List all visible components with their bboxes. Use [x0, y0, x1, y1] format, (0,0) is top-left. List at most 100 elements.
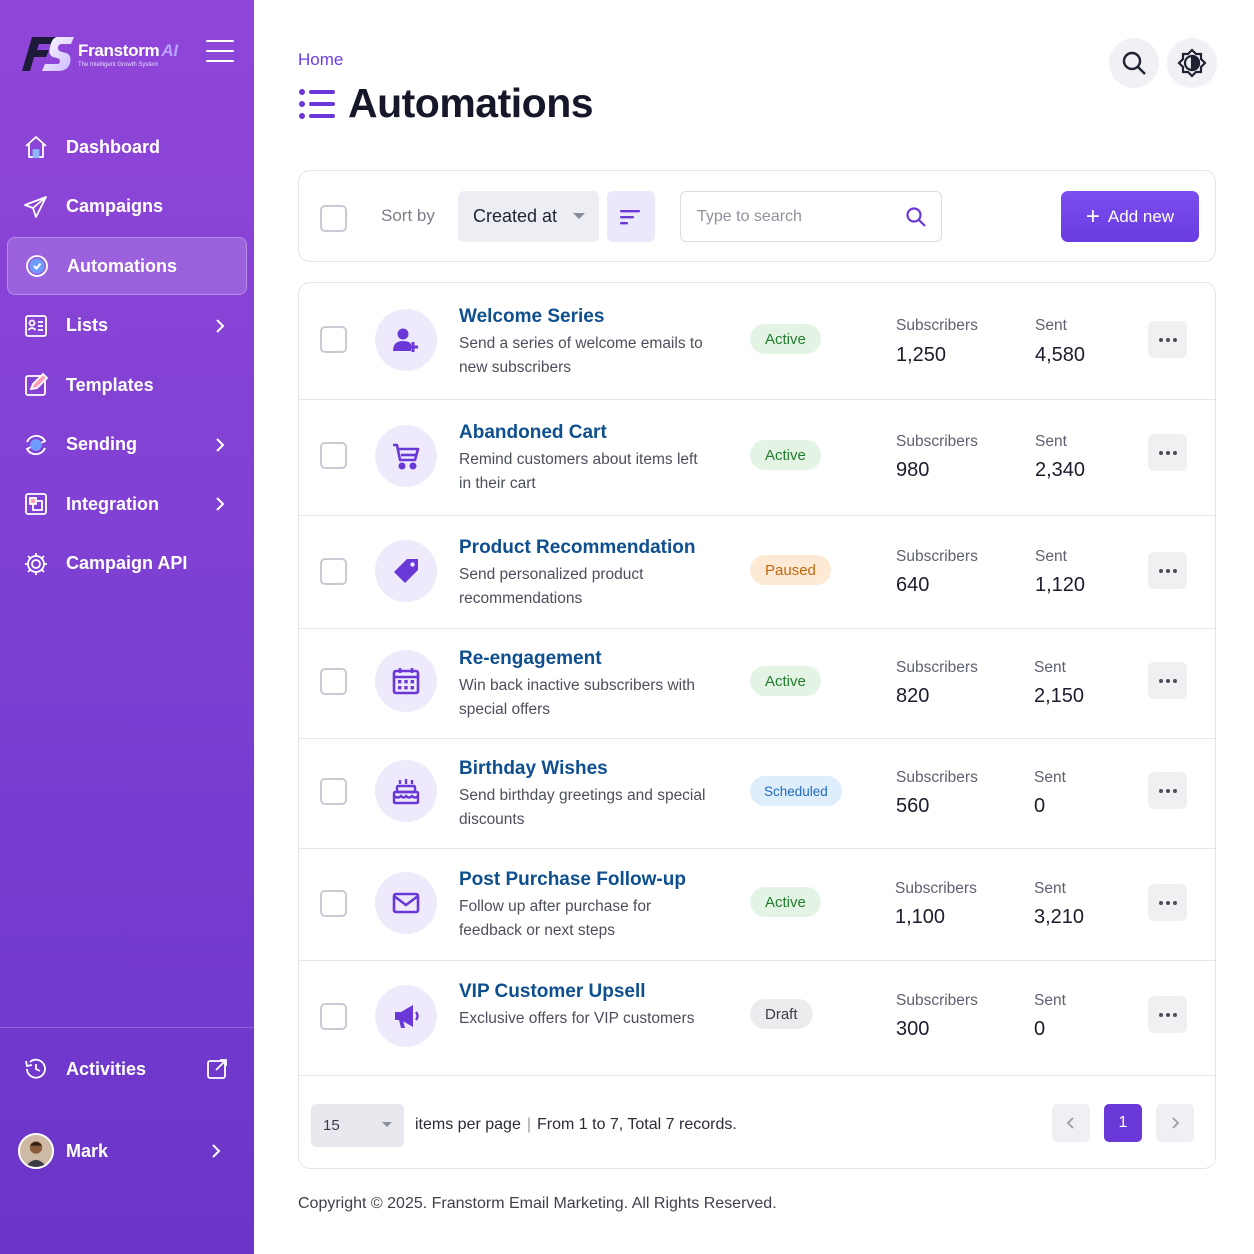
- plus-icon: +: [1085, 202, 1100, 230]
- more-options-icon[interactable]: [1148, 996, 1187, 1033]
- automation-title[interactable]: Product Recommendation: [459, 537, 695, 559]
- more-options-icon[interactable]: [1148, 552, 1187, 589]
- sidebar-item-label: Lists: [66, 315, 109, 335]
- sidebar-item-automations[interactable]: Automations: [7, 237, 247, 295]
- status-badge: Paused: [750, 555, 831, 585]
- sidebar-item-label: Campaigns: [66, 196, 164, 216]
- per-page-select[interactable]: 15: [311, 1104, 404, 1147]
- row-checkbox[interactable]: [320, 778, 347, 805]
- automation-description: Send birthday greetings and special disc…: [459, 787, 706, 828]
- automation-title[interactable]: Post Purchase Follow-up: [459, 869, 686, 891]
- integration-icon: [22, 490, 50, 518]
- sidebar-divider: [0, 1027, 254, 1028]
- sidebar-item-sending[interactable]: Sending: [0, 416, 254, 474]
- subscribers-value: 820: [896, 685, 930, 707]
- sidebar-item-activities[interactable]: Activities: [22, 1050, 232, 1088]
- subscribers-label: Subscribers: [896, 992, 978, 1009]
- sent-value: 2,340: [1035, 459, 1086, 481]
- chevron-right-icon: [216, 437, 225, 452]
- automation-description: Send a series of welcome emails to new s…: [459, 335, 703, 376]
- separator: |: [526, 1116, 531, 1133]
- search-input[interactable]: [697, 206, 897, 228]
- more-options-icon[interactable]: [1148, 662, 1187, 699]
- next-page-button[interactable]: [1156, 1104, 1194, 1142]
- caret-down-icon: [382, 1122, 392, 1127]
- chevron-right-icon: [216, 318, 225, 333]
- brand-name: Franstorm: [78, 40, 160, 60]
- sidebar-item-campaigns[interactable]: Campaigns: [0, 178, 254, 236]
- sort-select[interactable]: Created at: [458, 191, 599, 242]
- more-options-icon[interactable]: [1148, 884, 1187, 921]
- sidebar-item-lists[interactable]: Lists: [0, 297, 254, 355]
- sort-lines-icon: [620, 209, 640, 224]
- sent-value: 3,210: [1034, 906, 1085, 928]
- subscribers-label: Subscribers: [896, 769, 978, 786]
- row-checkbox[interactable]: [320, 326, 347, 353]
- automation-title[interactable]: Birthday Wishes: [459, 758, 608, 780]
- sidebar-item-campaign-api[interactable]: Campaign API: [0, 535, 254, 593]
- list-item[interactable]: Re-engagement Win back inactive subscrib…: [299, 629, 1215, 739]
- more-options-icon[interactable]: [1148, 321, 1187, 358]
- sidebar-item-dashboard[interactable]: Dashboard: [0, 118, 254, 176]
- external-link-icon[interactable]: [206, 1058, 228, 1080]
- list-item[interactable]: VIP Customer Upsell Exclusive offers for…: [299, 961, 1215, 1076]
- subscribers-value: 560: [896, 795, 930, 817]
- list-item[interactable]: Post Purchase Follow-up Follow up after …: [299, 849, 1215, 961]
- sent-label: Sent: [1035, 548, 1067, 565]
- automation-title[interactable]: Re-engagement: [459, 648, 602, 670]
- search-icon: [1122, 51, 1146, 75]
- list-item[interactable]: Birthday Wishes Send birthday greetings …: [299, 739, 1215, 849]
- previous-page-button[interactable]: [1052, 1104, 1090, 1142]
- subscribers-label: Subscribers: [896, 433, 978, 450]
- list-item[interactable]: Product Recommendation Send personalized…: [299, 516, 1215, 629]
- subscribers-label: Subscribers: [896, 317, 978, 334]
- subscribers-label: Subscribers: [895, 880, 977, 897]
- footer-copyright: Copyright © 2025. Franstorm Email Market…: [298, 1195, 777, 1212]
- sidebar-nav: Dashboard Campaigns Automations Lists Te…: [0, 118, 254, 594]
- cake-icon: [392, 779, 420, 805]
- sidebar-item-templates[interactable]: Templates: [0, 356, 254, 414]
- subscribers-label: Subscribers: [896, 659, 978, 676]
- row-checkbox[interactable]: [320, 890, 347, 917]
- automation-title[interactable]: VIP Customer Upsell: [459, 981, 646, 1003]
- list-item[interactable]: Abandoned Cart Remind customers about it…: [299, 400, 1215, 516]
- automation-title[interactable]: Abandoned Cart: [459, 422, 607, 444]
- add-new-button[interactable]: + Add new: [1061, 191, 1199, 242]
- sidebar-item-label: Sending: [66, 434, 137, 454]
- more-options-icon[interactable]: [1148, 772, 1187, 809]
- brand[interactable]: Franstorm AI The Intelligent Growth Syste…: [22, 32, 178, 76]
- subscribers-value: 980: [896, 459, 930, 481]
- list-icon: [299, 88, 335, 119]
- records-summary: From 1 to 7, Total 7 records.: [537, 1116, 737, 1133]
- row-icon: [375, 760, 437, 822]
- sort-order-button[interactable]: [607, 191, 655, 242]
- page-button-current[interactable]: 1: [1104, 1104, 1142, 1142]
- brand-tagline: The Intelligent Growth System: [78, 61, 159, 68]
- list-item[interactable]: Welcome Series Send a series of welcome …: [299, 283, 1215, 400]
- list-toolbar: Sort by Created at + Add new: [298, 170, 1216, 262]
- automation-title[interactable]: Welcome Series: [459, 306, 604, 328]
- row-checkbox[interactable]: [320, 668, 347, 695]
- user-profile[interactable]: Mark: [18, 1130, 232, 1172]
- page-title-text: Automations: [348, 80, 594, 126]
- more-options-icon[interactable]: [1148, 434, 1187, 471]
- select-all-checkbox[interactable]: [320, 205, 347, 232]
- sidebar-item-integration[interactable]: Integration: [0, 475, 254, 533]
- hamburger-menu-icon[interactable]: [206, 40, 234, 66]
- sort-select-value: Created at: [473, 206, 558, 226]
- megaphone-icon: [395, 1005, 419, 1028]
- user-name: Mark: [66, 1140, 109, 1161]
- row-checkbox[interactable]: [320, 1003, 347, 1030]
- row-checkbox[interactable]: [320, 558, 347, 585]
- brightness-icon: [1177, 48, 1207, 78]
- breadcrumb-home[interactable]: Home: [298, 50, 343, 70]
- page-title: Automations: [298, 80, 594, 127]
- franstorm-logo-icon: [22, 37, 74, 71]
- row-checkbox[interactable]: [320, 442, 347, 469]
- sent-label: Sent: [1034, 659, 1066, 676]
- status-badge: Active: [750, 440, 821, 470]
- row-icon: [375, 872, 437, 934]
- search-icon[interactable]: [905, 206, 927, 228]
- global-search-button[interactable]: [1109, 38, 1159, 88]
- theme-toggle-button[interactable]: [1167, 38, 1217, 88]
